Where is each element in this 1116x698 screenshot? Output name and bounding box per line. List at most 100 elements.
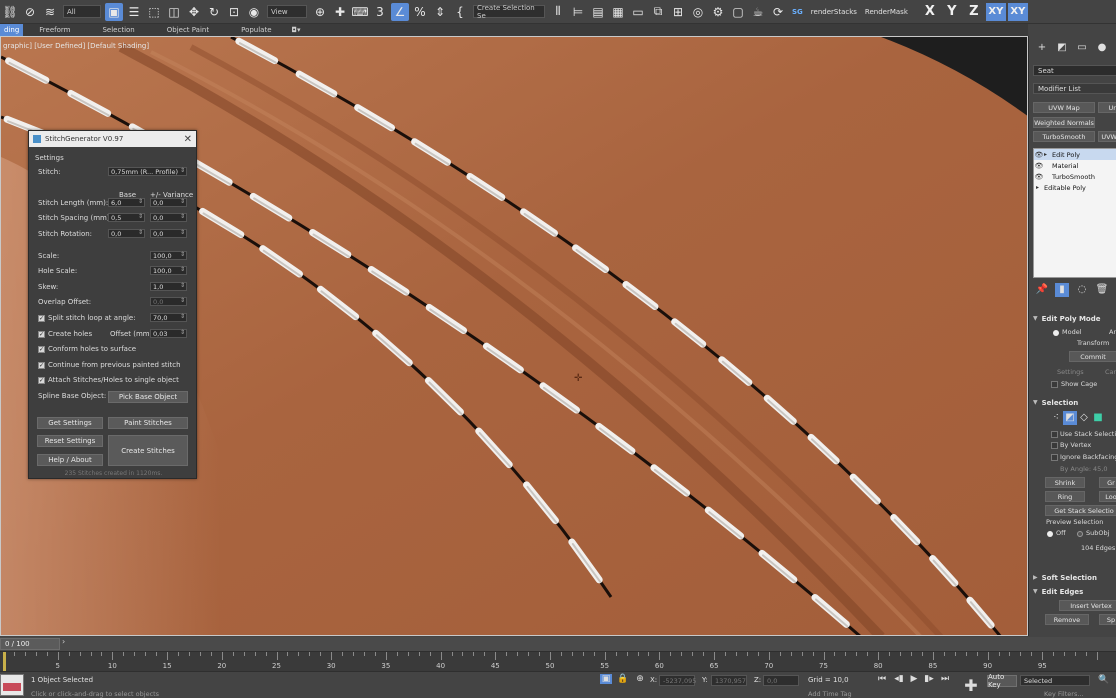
modifier-list-dropdown[interactable]: Modifier List	[1033, 83, 1116, 94]
next-frame-icon[interactable]: ›	[62, 637, 65, 646]
move-icon[interactable]: ✥	[185, 3, 203, 21]
stitch-spacing-base-spinner[interactable]: 0,5	[108, 213, 145, 222]
track-bar[interactable]: 5 10 15 20 25 30 35 40 45 50 55 60 65 70 75 80 85 90 95	[0, 651, 1116, 672]
uvw-modifier-button[interactable]: UVW M	[1098, 131, 1116, 142]
stack-item-editable-poly[interactable]: ▸ Editable Poly	[1034, 182, 1116, 193]
weighted-normals-button[interactable]: Weighted Normals	[1033, 117, 1095, 128]
x-coord-field[interactable]: -5237,095	[659, 675, 696, 686]
tab-modeling[interactable]: ding	[0, 24, 24, 36]
edit-poly-mode-rollout[interactable]: ▼ Edit Poly Mode	[1033, 313, 1116, 324]
go-to-end-icon[interactable]: ⏭	[939, 674, 951, 684]
rect-selection-icon[interactable]: ⬚	[145, 3, 163, 21]
turbosmooth-button[interactable]: TurboSmooth	[1033, 131, 1095, 142]
hierarchy-tab-icon[interactable]: ▭	[1075, 41, 1089, 55]
stack-item-material[interactable]: 👁 Material	[1034, 160, 1116, 171]
maxscript-listener-icon[interactable]	[0, 674, 24, 696]
set-key-icon[interactable]: ✚	[962, 676, 980, 695]
preview-off-radio[interactable]	[1047, 531, 1053, 537]
border-level-icon[interactable]: ◇	[1077, 411, 1091, 425]
shrink-button[interactable]: Shrink	[1045, 477, 1085, 488]
reference-coord-dropdown[interactable]: View	[267, 5, 307, 18]
object-name-field[interactable]: Seat	[1033, 65, 1116, 76]
toggle-ribbon-icon[interactable]: ▭	[629, 3, 647, 21]
reset-settings-button[interactable]: Reset Settings	[37, 435, 103, 447]
split-loop-spinner[interactable]: 70,0	[150, 313, 187, 322]
selection-filter-dropdown[interactable]: All	[63, 5, 101, 18]
mirror-icon[interactable]: ⫴	[549, 3, 567, 21]
by-vertex-checkbox[interactable]	[1051, 442, 1058, 449]
select-object-icon[interactable]: ▣	[105, 2, 123, 21]
stitch-rotation-variance-spinner[interactable]: 0,0	[150, 229, 187, 238]
window-crossing-icon[interactable]: ◫	[165, 3, 183, 21]
ignore-backfacing-checkbox[interactable]	[1051, 454, 1058, 461]
attach-stitches-checkbox[interactable]: ✓	[38, 377, 45, 384]
remove-button[interactable]: Remove	[1045, 614, 1089, 625]
time-slider[interactable]: 0 / 100 ›	[0, 637, 1116, 651]
soft-selection-rollout[interactable]: ▶ Soft Selection	[1033, 572, 1116, 583]
spinner-snap-icon[interactable]: ⇕	[431, 3, 449, 21]
stack-item-turbosmooth[interactable]: 👁 TurboSmooth	[1034, 171, 1116, 182]
show-cage-checkbox[interactable]	[1051, 381, 1058, 388]
stitch-length-base-spinner[interactable]: 6,0	[108, 198, 145, 207]
render-stacks-button[interactable]: renderStacks	[811, 8, 857, 16]
split-button[interactable]: Sp	[1099, 614, 1116, 625]
isolate-selection-icon[interactable]: ▣	[600, 674, 612, 684]
bind-spacewarp-icon[interactable]: ≋	[41, 3, 59, 21]
tab-object-paint[interactable]: Object Paint	[151, 24, 225, 36]
vertex-level-icon[interactable]: ⁖	[1049, 411, 1063, 425]
rendered-frame-icon[interactable]: ▢	[729, 3, 747, 21]
hole-scale-spinner[interactable]: 100,0	[150, 266, 187, 275]
absolute-mode-icon[interactable]: ⊕	[634, 674, 646, 684]
tab-selection[interactable]: Selection	[86, 24, 150, 36]
skew-spinner[interactable]: 1,0	[150, 282, 187, 291]
use-stack-selection-checkbox[interactable]	[1051, 431, 1058, 438]
scene-explorer-icon[interactable]: ▤	[589, 3, 607, 21]
pin-stack-icon[interactable]: 📌	[1035, 283, 1049, 297]
render-production-icon[interactable]: ☕	[749, 3, 767, 21]
get-settings-button[interactable]: Get Settings	[37, 417, 103, 429]
get-stack-selection-button[interactable]: Get Stack Selectio	[1045, 505, 1116, 516]
axis-y-button[interactable]: Y	[942, 3, 962, 21]
edit-edges-rollout[interactable]: ▼ Edit Edges	[1033, 586, 1116, 597]
expand-arrow-icon[interactable]: ▸	[1044, 151, 1052, 158]
angle-snap-icon[interactable]: ∠	[391, 2, 409, 21]
scale-icon[interactable]: ⊡	[225, 3, 243, 21]
add-time-tag-text[interactable]: Add Time Tag	[808, 690, 852, 698]
rotate-icon[interactable]: ↻	[205, 3, 223, 21]
overlap-offset-spinner[interactable]: 0,0	[150, 297, 187, 306]
align-icon[interactable]: ⊨	[569, 3, 587, 21]
selected-dropdown[interactable]: Selected	[1020, 675, 1090, 686]
create-holes-checkbox[interactable]: ✓	[38, 331, 45, 338]
help-about-button[interactable]: Help / About	[37, 454, 103, 466]
selection-rollout[interactable]: ▼ Selection	[1033, 397, 1116, 408]
scale-spinner[interactable]: 100,0	[150, 251, 187, 260]
tab-populate[interactable]: Populate	[225, 24, 287, 36]
named-selection-set-dropdown[interactable]: Create Selection Se	[473, 4, 545, 20]
stitch-length-variance-spinner[interactable]: 0,0	[150, 198, 187, 207]
auto-key-button[interactable]: Auto Key	[987, 673, 1017, 689]
show-end-result-icon[interactable]: ▮	[1055, 283, 1069, 297]
preview-subobj-radio[interactable]	[1077, 531, 1083, 537]
axis-z-button[interactable]: Z	[964, 3, 984, 21]
close-icon[interactable]: ✕	[184, 134, 192, 145]
select-by-name-icon[interactable]: ☰	[125, 3, 143, 21]
pick-base-object-button[interactable]: Pick Base Object	[108, 391, 188, 403]
grow-button[interactable]: Gr	[1099, 477, 1116, 488]
go-to-start-icon[interactable]: ⏮	[876, 674, 888, 684]
material-editor-icon[interactable]: ◎	[689, 3, 707, 21]
tab-freeform[interactable]: Freeform	[23, 24, 86, 36]
snaps-toggle-icon[interactable]: 3	[371, 3, 389, 21]
z-coord-field[interactable]: 0,0	[763, 675, 799, 686]
stack-item-edit-poly[interactable]: 👁 ▸ Edit Poly	[1034, 149, 1116, 160]
pivot-center-icon[interactable]: ⊕	[311, 3, 329, 21]
cancel-label[interactable]: Can	[1105, 368, 1116, 376]
selection-lock-icon[interactable]: 🔒	[617, 674, 629, 684]
play-icon[interactable]: ▶	[908, 674, 920, 684]
motion-tab-icon[interactable]: ●	[1095, 41, 1109, 55]
paint-stitches-button[interactable]: Paint Stitches	[108, 417, 188, 429]
percent-snap-icon[interactable]: %	[411, 3, 429, 21]
next-frame-icon[interactable]: ▮▸	[923, 674, 935, 684]
key-filters-button[interactable]: Key Filters...	[1044, 690, 1084, 698]
uvw-map-button[interactable]: UVW Map	[1033, 102, 1095, 113]
render-mask-button[interactable]: RenderMask	[865, 8, 908, 16]
